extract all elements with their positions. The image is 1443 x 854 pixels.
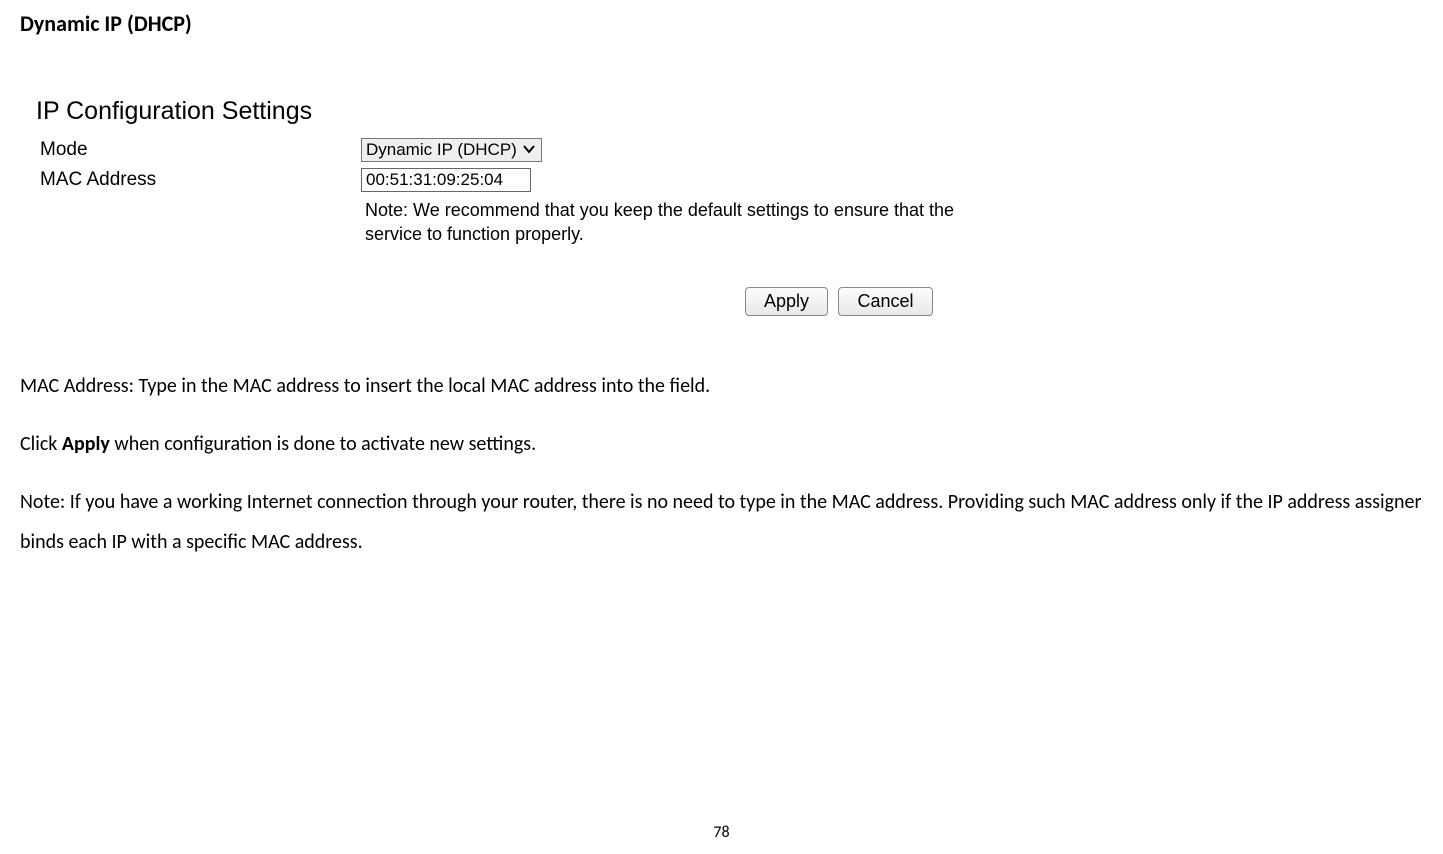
mode-row: Mode Dynamic IP (DHCP): [36, 138, 960, 162]
paragraph-note: Note: If you have a working Internet con…: [20, 482, 1423, 562]
apply-button[interactable]: Apply: [745, 287, 828, 316]
mac-row: MAC Address: [36, 168, 960, 192]
page-heading: Dynamic IP (DHCP): [0, 0, 1443, 37]
cancel-button[interactable]: Cancel: [838, 287, 932, 316]
ip-config-screenshot: IP Configuration Settings Mode Dynamic I…: [20, 87, 970, 336]
mac-label: MAC Address: [36, 169, 361, 191]
body-text: MAC Address: Type in the MAC address to …: [0, 346, 1443, 562]
mode-label: Mode: [36, 139, 361, 161]
p2-part-a: Click: [20, 432, 62, 456]
mac-address-input[interactable]: [361, 168, 531, 192]
paragraph-mac-address: MAC Address: Type in the MAC address to …: [20, 366, 1423, 406]
ip-config-title: IP Configuration Settings: [36, 97, 960, 126]
page-number: 78: [0, 823, 1443, 842]
settings-note: Note: We recommend that you keep the def…: [365, 198, 960, 247]
p2-part-b-bold: Apply: [62, 432, 110, 456]
button-row: Apply Cancel: [365, 287, 960, 316]
p2-part-c: when configuration is done to activate n…: [110, 432, 536, 456]
mode-select-value: Dynamic IP (DHCP): [366, 140, 517, 160]
paragraph-click-apply: Click Apply when configuration is done t…: [20, 424, 1423, 464]
mode-select[interactable]: Dynamic IP (DHCP): [361, 138, 542, 162]
chevron-down-icon: [523, 143, 535, 157]
